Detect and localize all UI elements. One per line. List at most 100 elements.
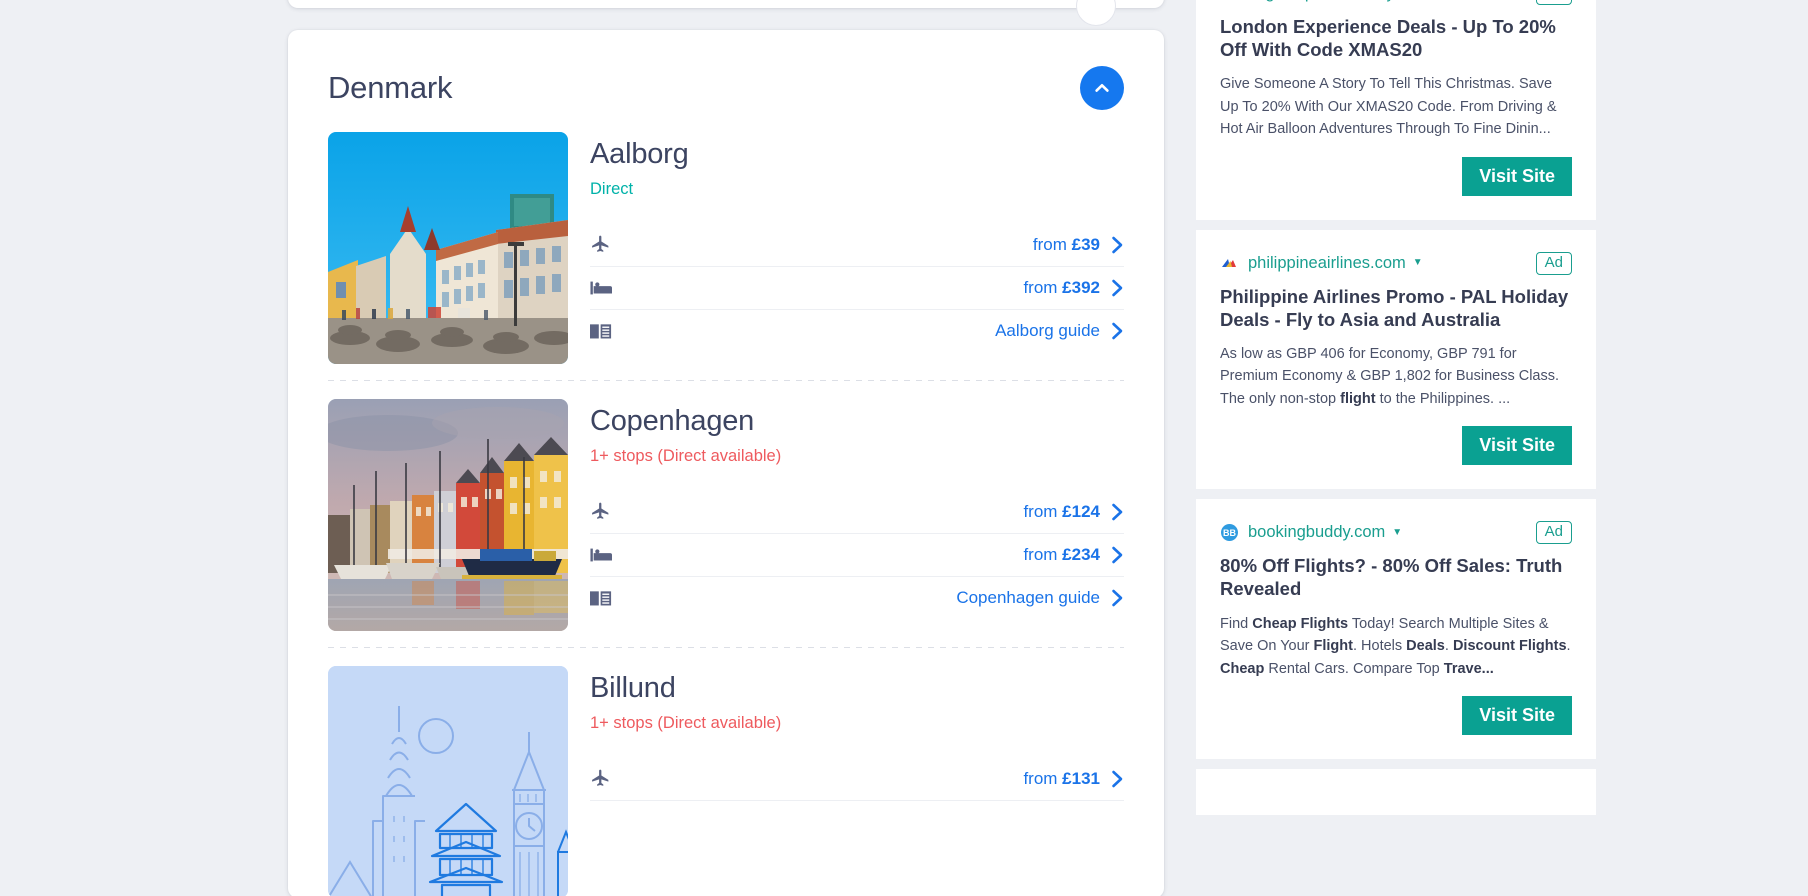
offer-row-flight[interactable]: from £131 xyxy=(590,757,1124,800)
city-name: Copenhagen xyxy=(590,405,755,437)
offer-price-flight: from £124 xyxy=(1023,501,1100,521)
offer-value-group: from £124 xyxy=(1023,502,1124,522)
page-root: Denmark Aalborg Direct from £39 from £39… xyxy=(0,0,1808,896)
city-stops: Direct xyxy=(590,180,634,199)
previous-country-card-partial[interactable] xyxy=(288,0,1164,26)
ad-header: virginexperienceday… ▼ Ad xyxy=(1220,0,1572,5)
ad-cta-wrap: Visit Site xyxy=(1220,426,1572,466)
virgin-swoosh-favicon xyxy=(1220,0,1239,3)
chevron-right-icon xyxy=(1111,236,1124,254)
ad-title[interactable]: London Experience Deals - Up To 20% Off … xyxy=(1220,15,1572,61)
ad-badge: Ad xyxy=(1535,521,1572,545)
offer-row-flight[interactable]: from £39 xyxy=(590,223,1124,266)
city-info: Billund 1+ stops (Direct available) from… xyxy=(590,666,1124,896)
city-row: Copenhagen 1+ stops (Direct available) f… xyxy=(328,399,1124,631)
airplane-icon xyxy=(590,501,624,522)
chevron-right-icon xyxy=(1111,279,1124,297)
ad-card: virginexperienceday… ▼ Ad London Experie… xyxy=(1196,0,1596,220)
book-icon xyxy=(590,322,624,341)
ad-description: Find Cheap Flights Today! Search Multipl… xyxy=(1220,615,1571,677)
city-photo-copenhagen[interactable] xyxy=(328,399,568,631)
city-row: Aalborg Direct from £39 from £392 Aalbor… xyxy=(328,132,1124,364)
ad-header: BB bookingbuddy.com ▼ Ad xyxy=(1220,521,1572,545)
city-divider xyxy=(328,380,1124,381)
offer-row-hotel[interactable]: from £392 xyxy=(590,266,1124,309)
city-divider xyxy=(328,647,1124,648)
offer-price-hotel: from £392 xyxy=(1023,278,1100,298)
chevron-down-icon[interactable]: ▼ xyxy=(1413,258,1423,268)
ad-cta-wrap: Visit Site xyxy=(1220,156,1572,196)
chevron-right-icon xyxy=(1111,503,1124,521)
offer-row-guide[interactable]: Copenhagen guide xyxy=(590,576,1124,619)
offer-row-hotel-partial[interactable] xyxy=(590,800,1124,843)
ad-domain: philippineairlines.com xyxy=(1248,253,1406,272)
offer-value-group: from £39 xyxy=(1033,235,1124,255)
chevron-down-icon[interactable]: ▼ xyxy=(1392,527,1402,538)
offer-row-guide[interactable]: Aalborg guide xyxy=(590,309,1124,352)
city-name: Billund xyxy=(590,672,676,704)
offer-guide-link: Copenhagen guide xyxy=(956,588,1100,608)
ad-header: philippineairlines.com ▼ Ad xyxy=(1220,251,1572,275)
city-stops: 1+ stops (Direct available) xyxy=(590,447,782,466)
ad-description: As low as GBP 406 for Economy, GBP 791 f… xyxy=(1220,345,1560,407)
city-photo-billund-placeholder[interactable] xyxy=(328,666,568,896)
ad-source[interactable]: BB bookingbuddy.com ▼ xyxy=(1220,523,1402,542)
country-card-denmark: Denmark Aalborg Direct from £39 from £39… xyxy=(288,30,1164,896)
philippine-airlines-favicon xyxy=(1220,254,1239,273)
offer-value-group: from £234 xyxy=(1023,545,1124,565)
city-info: Copenhagen 1+ stops (Direct available) f… xyxy=(590,399,1124,631)
offer-price-flight: from £39 xyxy=(1032,234,1100,254)
city-name: Aalborg xyxy=(590,138,689,170)
bed-icon xyxy=(590,278,624,298)
ad-badge: Ad xyxy=(1535,0,1572,5)
city-photo-aalborg[interactable] xyxy=(328,132,568,364)
offer-value-group: Copenhagen guide xyxy=(956,588,1124,608)
ad-description: Give Someone A Story To Tell This Christ… xyxy=(1220,76,1557,138)
city-stops: 1+ stops (Direct available) xyxy=(590,714,782,733)
ad-cta-wrap: Visit Site xyxy=(1220,695,1572,735)
ad-source[interactable]: virginexperienceday… ▼ xyxy=(1220,0,1428,3)
ad-card-partial xyxy=(1196,768,1596,815)
ad-domain: bookingbuddy.com xyxy=(1248,523,1386,542)
ad-title[interactable]: 80% Off Flights? - 80% Off Sales: Truth … xyxy=(1220,554,1572,600)
visit-site-button[interactable]: Visit Site xyxy=(1462,695,1572,735)
offer-value-group: Aalborg guide xyxy=(995,321,1124,341)
offer-value-group: from £131 xyxy=(1023,769,1124,789)
ads-column: virginexperienceday… ▼ Ad London Experie… xyxy=(1196,0,1596,825)
offer-value-group: from £392 xyxy=(1023,278,1124,298)
country-title: Denmark xyxy=(328,70,453,105)
book-icon xyxy=(590,589,624,608)
offer-row-hotel[interactable]: from £234 xyxy=(590,533,1124,576)
chevron-right-icon xyxy=(1111,546,1124,564)
results-column: Denmark Aalborg Direct from £39 from £39… xyxy=(288,0,1164,896)
offer-list: from £124 from £234 Copenhagen guide xyxy=(590,490,1124,619)
collapse-country-button[interactable] xyxy=(1080,66,1124,110)
offer-price-flight: from £131 xyxy=(1023,768,1100,788)
visit-site-button[interactable]: Visit Site xyxy=(1462,156,1572,196)
ad-title[interactable]: Philippine Airlines Promo - PAL Holiday … xyxy=(1220,285,1572,331)
offer-guide-link: Aalborg guide xyxy=(995,321,1100,341)
ad-card: philippineairlines.com ▼ Ad Philippine A… xyxy=(1196,229,1596,490)
ad-source[interactable]: philippineairlines.com ▼ xyxy=(1220,254,1423,273)
ad-card: BB bookingbuddy.com ▼ Ad 80% Off Flights… xyxy=(1196,499,1596,759)
chevron-right-icon xyxy=(1111,770,1124,788)
offer-price-hotel: from £234 xyxy=(1023,545,1100,565)
airplane-icon xyxy=(590,234,624,255)
chevron-up-icon xyxy=(1092,78,1112,98)
airplane-icon xyxy=(590,768,624,789)
offer-list: from £131 xyxy=(590,757,1124,843)
bed-icon xyxy=(590,545,624,565)
chevron-right-icon xyxy=(1111,589,1124,607)
city-row: Billund 1+ stops (Direct available) from… xyxy=(328,666,1124,896)
bookingbuddy-bb-favicon: BB xyxy=(1220,523,1239,542)
ad-domain: virginexperienceday… xyxy=(1248,0,1411,3)
ad-badge: Ad xyxy=(1535,251,1572,275)
visit-site-button[interactable]: Visit Site xyxy=(1462,426,1572,466)
offer-row-flight[interactable]: from £124 xyxy=(590,490,1124,533)
city-info: Aalborg Direct from £39 from £392 Aalbor… xyxy=(590,132,1124,364)
collapse-button-partial[interactable] xyxy=(1076,0,1116,26)
svg-text:BB: BB xyxy=(1223,528,1236,538)
chevron-right-icon xyxy=(1111,322,1124,340)
offer-list: from £39 from £392 Aalborg guide xyxy=(590,223,1124,352)
country-header: Denmark xyxy=(328,66,1124,110)
